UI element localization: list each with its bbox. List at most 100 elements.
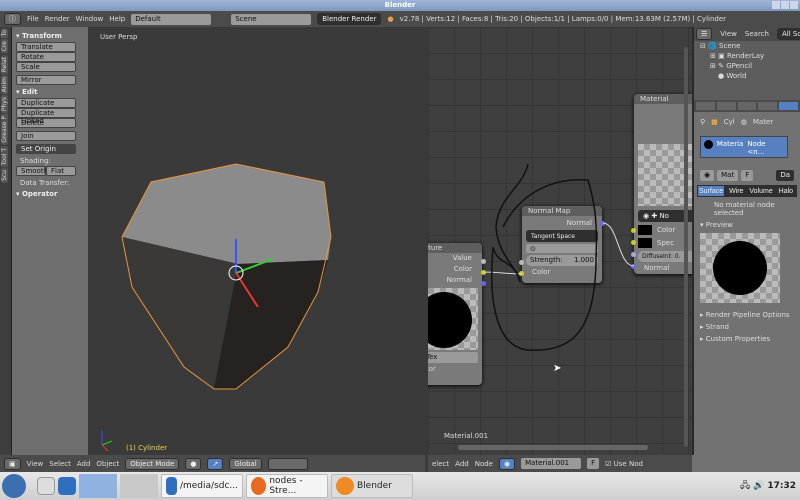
properties-context-tabs[interactable] <box>694 100 800 112</box>
material-field[interactable]: Material.001 <box>521 458 582 469</box>
fake-user-button[interactable]: F <box>741 170 754 181</box>
mirror-button[interactable]: Mirror <box>16 75 76 85</box>
drive-icon[interactable] <box>37 477 55 495</box>
menu-add[interactable]: Add <box>455 460 469 468</box>
tab-surface[interactable]: Surface <box>697 185 726 197</box>
duplicate-linked-button[interactable]: Duplicate Linked <box>16 108 76 125</box>
menu-object[interactable]: Object <box>96 460 119 468</box>
no-node-message: No material node selected <box>714 201 775 217</box>
orientation-selector[interactable]: Global <box>229 457 262 470</box>
node-editor[interactable]: xture Value Color Normal Tex ctor Normal… <box>428 27 692 455</box>
editor-type-icon[interactable]: ⓘ <box>4 13 21 25</box>
menu-render[interactable]: Render <box>45 15 70 23</box>
network-icon[interactable]: 🖧 <box>740 478 750 494</box>
custom-properties-panel[interactable]: ▸ Custom Properties <box>694 335 800 343</box>
tab-relations[interactable]: Relat <box>1 54 8 74</box>
task-blender[interactable]: Blender <box>331 474 413 498</box>
shading-label: Shading: <box>20 157 51 165</box>
3d-viewport[interactable]: User Persp (1) Cylinder <box>88 27 425 455</box>
outliner: ☰ View Search All Sce ⊟ 🌐 Scene ⊞ ▣ Rend… <box>692 27 800 100</box>
start-menu-icon[interactable] <box>2 474 26 498</box>
translate-button[interactable]: Translate <box>16 42 76 52</box>
fake-user-button[interactable]: F <box>587 458 600 469</box>
tab-physics[interactable]: Phys <box>1 95 8 114</box>
menu-select[interactable]: elect <box>432 460 449 468</box>
layer-buttons[interactable] <box>267 457 308 470</box>
menu-view[interactable]: View <box>27 460 44 468</box>
link-dropdown[interactable]: Da <box>776 170 794 181</box>
editor-type-icon[interactable]: ▣ <box>4 457 21 470</box>
outliner-item[interactable]: ⊟ 🌐 Scene <box>700 41 800 51</box>
window-title: Blender <box>384 1 416 9</box>
window-controls[interactable] <box>772 1 798 9</box>
tool-tabs: To Cre Relat Anim Phys Grease P Tool T S… <box>0 27 12 455</box>
manipulator-toggle[interactable]: ↗ <box>207 457 224 470</box>
delete-button[interactable]: Delete <box>16 118 76 128</box>
outliner-item[interactable]: ⊞ ✎ GPencil <box>700 61 800 71</box>
menu-node[interactable]: Node <box>475 460 493 468</box>
tab-sculpt[interactable]: Scu <box>1 168 8 184</box>
menu-add[interactable]: Add <box>77 460 91 468</box>
menu-help[interactable]: Help <box>109 15 125 23</box>
menu-window[interactable]: Window <box>76 15 104 23</box>
tab-volume[interactable]: Volume <box>747 185 775 197</box>
transform-panel-header[interactable]: ▾ Transform <box>16 32 84 40</box>
task-firefox[interactable]: nodes - Stre... <box>246 474 328 498</box>
horizontal-scrollbar[interactable] <box>458 445 648 450</box>
operator-panel-header[interactable]: ▾ Operator <box>16 190 84 198</box>
use-nodes-checkbox[interactable]: ☑ Use Nod <box>605 460 643 468</box>
properties-editor: ⚲ ■ Cyl ◍ Mater Materia Node <n... ◉ Mat F Da… <box>692 100 800 455</box>
tab-halo[interactable]: Halo <box>774 185 798 197</box>
node-tree-name: Material.001 <box>444 432 489 440</box>
tool-shelf: ▾ Transform Translate Rotate Scale Mirro… <box>12 27 88 455</box>
material-slot-list[interactable]: Materia Node <n... <box>700 136 788 158</box>
duplicate-button[interactable]: Duplicate <box>16 98 76 108</box>
menu-file[interactable]: File <box>27 15 39 23</box>
taskbar: /media/sdc... nodes - Stre... Blender 🖧 … <box>0 472 800 500</box>
material-name-field[interactable]: Mat <box>717 170 739 181</box>
tab-grease-pencil[interactable]: Grease P <box>1 114 8 146</box>
layout-selector[interactable]: Default <box>131 13 212 25</box>
scene-stats: v2.78 | Verts:12 | Faces:8 | Tris:20 | O… <box>399 15 727 23</box>
set-origin-dropdown[interactable]: Set Origin <box>16 144 76 154</box>
menu-view[interactable]: View <box>720 30 737 38</box>
material-type-tabs: Surface Wire Volume Halo <box>697 185 798 197</box>
tab-tool-t[interactable]: Tool T <box>1 146 8 168</box>
task-file-manager[interactable]: /media/sdc... <box>161 474 243 498</box>
tab-animation[interactable]: Anim <box>1 74 8 95</box>
scale-button[interactable]: Scale <box>16 62 76 72</box>
edit-panel-header[interactable]: ▾ Edit <box>16 88 84 96</box>
render-engine-selector[interactable]: Blender Render <box>317 13 382 25</box>
blender-logo-icon: ● <box>387 15 394 23</box>
join-button[interactable]: Join <box>16 131 76 141</box>
strand-panel[interactable]: ▸ Strand <box>694 323 800 331</box>
outliner-filter[interactable]: All Sce <box>776 28 800 40</box>
outliner-editor-icon[interactable]: ☰ <box>696 28 713 40</box>
shading-selector[interactable]: ● <box>185 457 202 470</box>
flat-button[interactable]: Flat <box>46 166 76 176</box>
scene-selector[interactable]: Scene <box>231 13 312 25</box>
tab-wire[interactable]: Wire <box>725 185 748 197</box>
workspace-1[interactable] <box>79 474 117 498</box>
smooth-button[interactable]: Smooth <box>16 166 48 176</box>
mode-selector[interactable]: Object Mode <box>125 457 180 470</box>
preview-panel-header[interactable]: ▾ Preview <box>694 221 800 229</box>
rotate-button[interactable]: Rotate <box>16 52 76 62</box>
outliner-item[interactable]: ⊞ ▣ RenderLay <box>700 51 800 61</box>
tab-create[interactable]: Cre <box>1 39 8 54</box>
material-preview <box>700 233 780 303</box>
shader-tree-icon[interactable]: ◉ <box>499 457 516 470</box>
material-browse[interactable]: ◉ <box>700 170 715 181</box>
cylinder-mesh[interactable] <box>88 27 425 455</box>
menu-select[interactable]: Select <box>49 460 71 468</box>
outliner-item[interactable]: ● World <box>700 71 800 81</box>
node-editor-header: elect Add Node ◉ Material.001 F ☑ Use No… <box>428 455 692 472</box>
workspace-2[interactable] <box>120 474 158 498</box>
menu-search[interactable]: Search <box>745 30 769 38</box>
clock[interactable]: 17:32 <box>767 481 800 491</box>
vertical-scrollbar[interactable] <box>684 47 688 447</box>
home-folder-icon[interactable] <box>58 477 76 495</box>
volume-icon[interactable]: 🔊 <box>753 481 764 491</box>
render-pipeline-panel[interactable]: ▸ Render Pipeline Options <box>694 311 800 319</box>
tab-tools[interactable]: To <box>1 28 8 39</box>
